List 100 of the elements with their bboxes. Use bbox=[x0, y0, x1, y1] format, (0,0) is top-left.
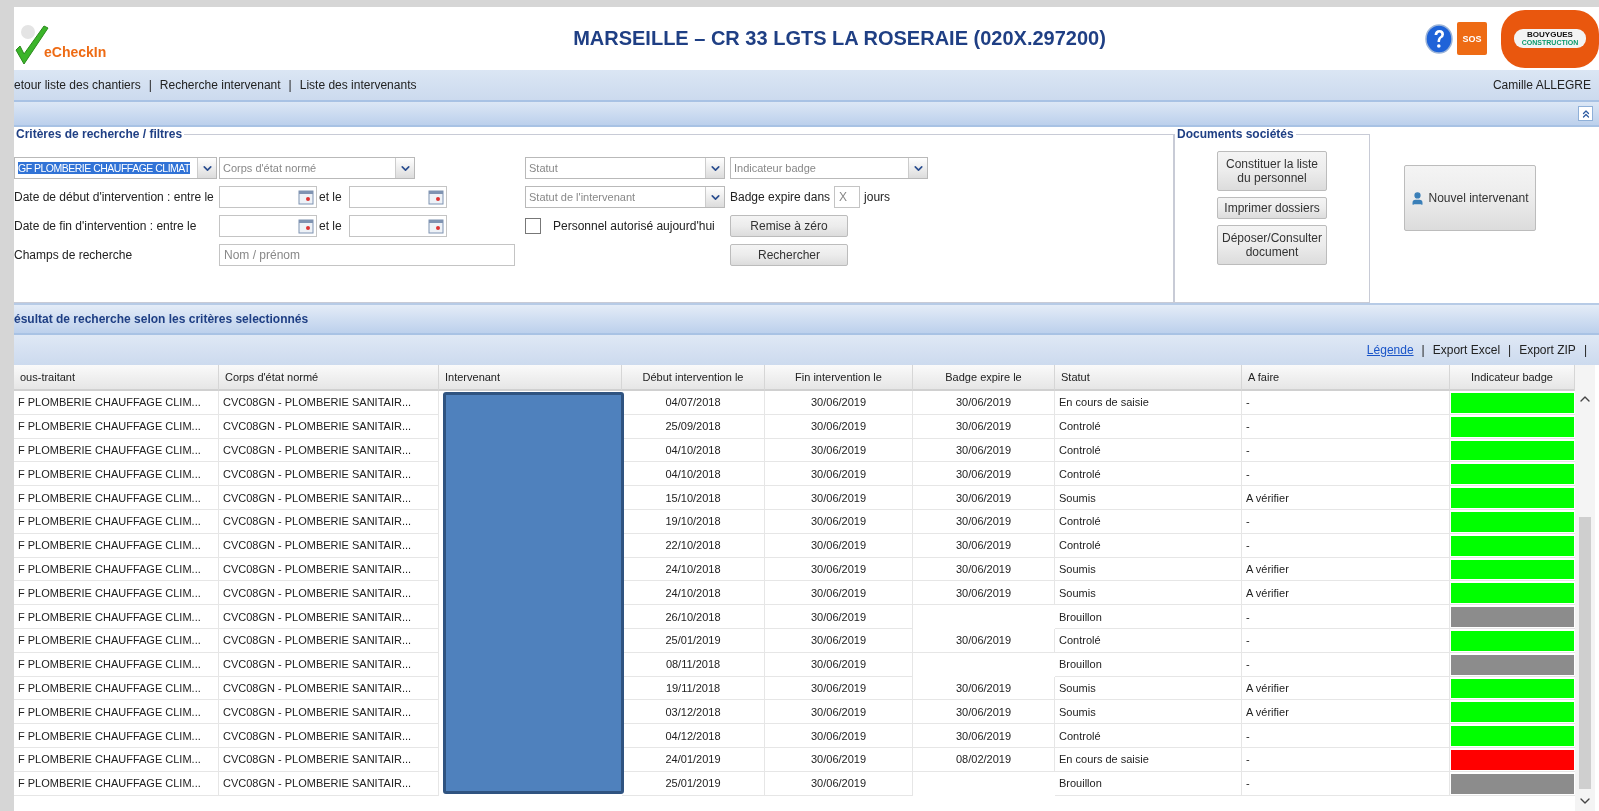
column-header[interactable]: Statut bbox=[1055, 365, 1242, 391]
table-cell: 30/06/2019 bbox=[765, 486, 913, 510]
table-cell: - bbox=[1242, 510, 1450, 534]
new-person-button[interactable]: Nouvel intervenant bbox=[1403, 165, 1536, 231]
table-cell: 30/06/2019 bbox=[765, 533, 913, 558]
table-cell: CVC08GN - PLOMBERIE SANITAIR... bbox=[219, 771, 439, 796]
table-cell: 30/06/2019 bbox=[765, 391, 913, 415]
calendar-icon[interactable] bbox=[298, 189, 314, 205]
nav-link[interactable]: Recherche intervenant bbox=[159, 78, 281, 92]
column-header[interactable]: Intervenant bbox=[439, 365, 622, 391]
person-icon bbox=[1410, 190, 1426, 206]
site-title: MARSEILLE – CR 33 LGTS LA ROSERAIE (020X.297200) bbox=[572, 27, 1107, 50]
table-cell: 30/06/2019 bbox=[765, 700, 913, 725]
user-name: Camille ALLEGRE bbox=[1492, 78, 1591, 92]
table-cell: F PLOMBERIE CHAUFFAGE CLIM... bbox=[14, 628, 219, 653]
table-cell: 08/02/2019 bbox=[913, 747, 1055, 772]
table-cell: - bbox=[1242, 724, 1450, 748]
dropdown[interactable]: Corps d'état normé bbox=[219, 157, 415, 179]
checkbox[interactable] bbox=[525, 218, 541, 234]
calendar-icon[interactable] bbox=[298, 218, 314, 234]
table-cell: Soumis bbox=[1055, 581, 1242, 606]
date-field[interactable] bbox=[219, 215, 317, 237]
table-cell: 30/06/2019 bbox=[913, 557, 1055, 582]
search-field[interactable]: Nom / prénom bbox=[219, 244, 515, 266]
table-cell: A vérifier bbox=[1242, 700, 1450, 725]
table-cell: F PLOMBERIE CHAUFFAGE CLIM... bbox=[14, 605, 219, 629]
table-cell: 30/06/2019 bbox=[913, 391, 1055, 415]
column-header[interactable]: Badge expire le bbox=[913, 365, 1055, 391]
dropdown[interactable]: Statut de l'intervenant bbox=[525, 186, 725, 208]
table-cell: - bbox=[1242, 652, 1450, 677]
table-cell: 30/06/2019 bbox=[913, 724, 1055, 748]
table-cell: F PLOMBERIE CHAUFFAGE CLIM... bbox=[14, 747, 219, 772]
calendar-icon[interactable] bbox=[428, 189, 444, 205]
results-title: ésultat de recherche selon les critères selectionnés bbox=[14, 312, 309, 326]
table-cell: 30/06/2019 bbox=[765, 510, 913, 534]
brand-text: BOUYGUES bbox=[1527, 31, 1573, 39]
table-cell: 30/06/2019 bbox=[765, 724, 913, 748]
table-cell: Soumis bbox=[1055, 700, 1242, 725]
date-field[interactable] bbox=[219, 186, 317, 208]
legend-link[interactable]: Légende bbox=[1366, 343, 1414, 357]
table-cell: F PLOMBERIE CHAUFFAGE CLIM... bbox=[14, 510, 219, 534]
table-cell: Controlé bbox=[1055, 414, 1242, 439]
table-cell: CVC08GN - PLOMBERIE SANITAIR... bbox=[219, 533, 439, 558]
date-field[interactable] bbox=[349, 215, 447, 237]
table-cell: - bbox=[1242, 605, 1450, 629]
table-cell: 30/06/2019 bbox=[913, 462, 1055, 487]
table-cell: CVC08GN - PLOMBERIE SANITAIR... bbox=[219, 486, 439, 510]
export-link[interactable]: Export ZIP bbox=[1519, 343, 1576, 357]
table-cell: A vérifier bbox=[1242, 486, 1450, 510]
table-cell: 30/06/2019 bbox=[765, 462, 913, 487]
help-icon[interactable] bbox=[1425, 23, 1453, 54]
table-cell: F PLOMBERIE CHAUFFAGE CLIM... bbox=[14, 486, 219, 510]
separator: | bbox=[1421, 343, 1425, 357]
column-header[interactable]: ous-traitant bbox=[14, 365, 219, 391]
table-cell: 30/06/2019 bbox=[913, 628, 1055, 653]
table-cell: Soumis bbox=[1055, 557, 1242, 582]
table-cell: CVC08GN - PLOMBERIE SANITAIR... bbox=[219, 700, 439, 725]
table-cell: F PLOMBERIE CHAUFFAGE CLIM... bbox=[14, 676, 219, 701]
table-cell: - bbox=[1242, 462, 1450, 487]
document-button[interactable]: Imprimer dossiers bbox=[1217, 197, 1327, 219]
table-cell: F PLOMBERIE CHAUFFAGE CLIM... bbox=[14, 771, 219, 796]
table-cell: 30/06/2019 bbox=[913, 676, 1055, 701]
table-cell: 30/06/2019 bbox=[913, 486, 1055, 510]
nav-link[interactable]: etour liste des chantiers bbox=[14, 78, 141, 92]
column-header[interactable]: Début intervention le bbox=[622, 365, 765, 391]
table-cell: F PLOMBERIE CHAUFFAGE CLIM... bbox=[14, 462, 219, 487]
table-cell: Brouillon bbox=[1055, 771, 1242, 796]
days-field[interactable]: X bbox=[834, 186, 861, 208]
table-cell: Soumis bbox=[1055, 486, 1242, 510]
dropdown[interactable]: GF PLOMBERIE CHAUFFAGE CLIMAT bbox=[14, 157, 217, 179]
separator: | bbox=[288, 78, 292, 92]
table-cell: Brouillon bbox=[1055, 652, 1242, 677]
document-button[interactable]: Constituer la liste du personnel bbox=[1217, 151, 1327, 191]
dropdown[interactable]: Statut bbox=[525, 157, 725, 179]
table-cell: Controlé bbox=[1055, 510, 1242, 534]
calendar-icon[interactable] bbox=[428, 218, 444, 234]
column-header[interactable]: Fin intervention le bbox=[765, 365, 913, 391]
export-link[interactable]: Export Excel bbox=[1432, 343, 1501, 357]
document-button[interactable]: Déposer/Consulter document bbox=[1217, 225, 1327, 265]
table-cell: - bbox=[1242, 533, 1450, 558]
search-button[interactable]: Rechercher bbox=[730, 244, 848, 266]
table-cell: Soumis bbox=[1055, 676, 1242, 701]
reset-button[interactable]: Remise à zéro bbox=[730, 215, 848, 237]
table-cell: CVC08GN - PLOMBERIE SANITAIR... bbox=[219, 391, 439, 415]
column-header[interactable]: Indicateur badge bbox=[1450, 365, 1575, 391]
date-field[interactable] bbox=[349, 186, 447, 208]
table-cell: 30/06/2019 bbox=[765, 414, 913, 439]
field-label: Badge expire dans bbox=[730, 190, 831, 204]
nav-link[interactable]: Liste des intervenants bbox=[299, 78, 417, 92]
dropdown[interactable]: Indicateur badge bbox=[730, 157, 928, 179]
table-cell: 30/06/2019 bbox=[765, 557, 913, 582]
column-header[interactable]: A faire bbox=[1242, 365, 1450, 391]
table-cell: F PLOMBERIE CHAUFFAGE CLIM... bbox=[14, 700, 219, 725]
column-header[interactable]: Corps d'état normé bbox=[219, 365, 439, 391]
collapse-button[interactable] bbox=[1578, 106, 1593, 121]
table-cell: F PLOMBERIE CHAUFFAGE CLIM... bbox=[14, 414, 219, 439]
table-cell: - bbox=[1242, 747, 1450, 772]
scrollbar[interactable] bbox=[1575, 365, 1595, 811]
table-cell: 30/06/2019 bbox=[913, 533, 1055, 558]
table-cell: Controlé bbox=[1055, 533, 1242, 558]
